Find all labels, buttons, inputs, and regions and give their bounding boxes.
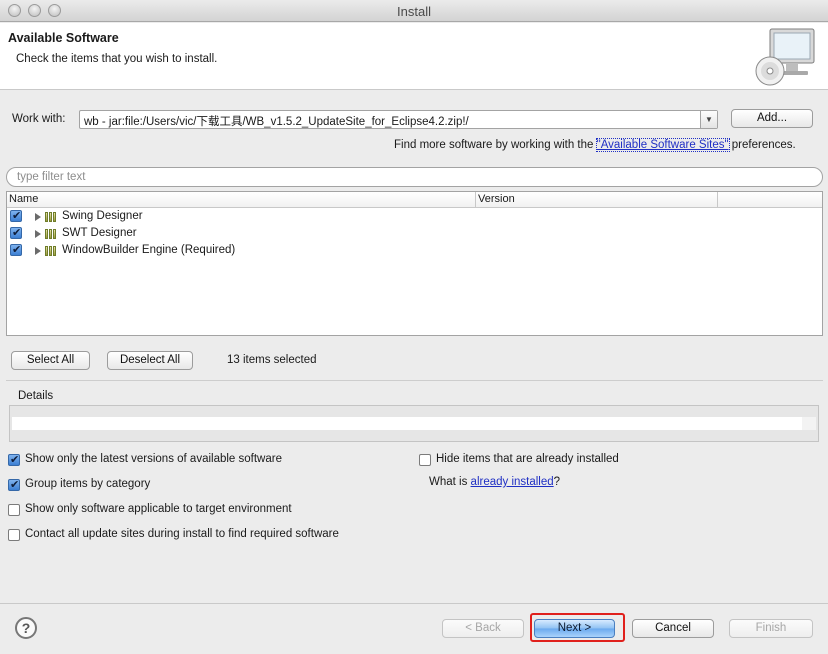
row-label: Swing Designer [62, 210, 143, 222]
details-label: Details [18, 390, 54, 402]
what-is-prefix: What is [429, 476, 471, 488]
help-icon[interactable]: ? [15, 617, 37, 639]
chevron-down-icon[interactable]: ▼ [700, 111, 717, 128]
next-button[interactable]: Next > [534, 619, 615, 638]
add-site-button[interactable]: Add... [731, 109, 813, 128]
table-row[interactable]: WindowBuilder Engine (Required) [7, 243, 822, 260]
deselect-all-button[interactable]: Deselect All [107, 351, 193, 370]
target-env-label: Show only software applicable to target … [25, 503, 292, 515]
work-with-value: wb - jar:file:/Users/vic/下载工具/WB_v1.5.2_… [84, 116, 469, 128]
expand-arrow-icon[interactable] [35, 230, 41, 238]
feature-group-icon [45, 229, 59, 239]
row-checkbox[interactable] [10, 243, 22, 256]
find-more-prefix: Find more software by working with the [394, 139, 597, 151]
software-tree[interactable]: Name Version Swing Designer SWT Designer… [6, 191, 823, 336]
available-software-sites-link[interactable]: "Available Software Sites" [595, 138, 730, 152]
work-with-label: Work with: [12, 113, 66, 125]
group-by-category-checkbox[interactable] [8, 478, 20, 491]
cd-monitor-icon [755, 28, 815, 86]
selection-count: 13 items selected [227, 354, 317, 366]
expand-arrow-icon[interactable] [35, 213, 41, 221]
page-title: Available Software [8, 31, 119, 45]
contact-all-sites-label: Contact all update sites during install … [25, 528, 339, 540]
filter-input[interactable]: type filter text [6, 167, 823, 187]
details-scrollbar[interactable] [802, 417, 816, 430]
table-header: Name Version [7, 192, 822, 208]
already-installed-link[interactable]: already installed [471, 476, 554, 488]
latest-only-label: Show only the latest versions of availab… [25, 453, 282, 465]
column-version-header[interactable]: Version [478, 193, 515, 205]
find-more-suffix: preferences. [728, 139, 796, 151]
latest-only-checkbox[interactable] [8, 453, 20, 466]
what-is-installed-text: What is already installed? [429, 476, 560, 488]
cancel-button[interactable]: Cancel [632, 619, 714, 638]
feature-group-icon [45, 246, 59, 256]
table-row[interactable]: Swing Designer [7, 209, 822, 226]
hide-installed-label: Hide items that are already installed [436, 453, 619, 465]
back-button[interactable]: < Back [442, 619, 524, 638]
window-title: Install [397, 4, 431, 19]
expand-arrow-icon[interactable] [35, 247, 41, 255]
title-bar: Install [0, 0, 828, 22]
work-with-combo[interactable]: wb - jar:file:/Users/vic/下载工具/WB_v1.5.2_… [79, 110, 718, 129]
column-name-header[interactable]: Name [9, 193, 38, 205]
row-label: WindowBuilder Engine (Required) [62, 244, 236, 256]
target-env-checkbox[interactable] [8, 504, 20, 516]
details-area [9, 405, 819, 442]
finish-button[interactable]: Finish [729, 619, 813, 638]
group-by-category-label: Group items by category [25, 478, 151, 490]
feature-group-icon [45, 212, 59, 222]
table-row[interactable]: SWT Designer [7, 226, 822, 243]
wizard-header: Available Software Check the items that … [0, 23, 828, 90]
contact-all-sites-checkbox[interactable] [8, 529, 20, 541]
details-text [12, 417, 802, 430]
find-more-text: Find more software by working with the "… [394, 138, 796, 152]
page-subtitle: Check the items that you wish to install… [16, 53, 218, 65]
what-is-suffix: ? [553, 476, 561, 488]
row-checkbox[interactable] [10, 226, 22, 239]
select-all-button[interactable]: Select All [11, 351, 90, 370]
row-label: SWT Designer [62, 227, 137, 239]
row-checkbox[interactable] [10, 209, 22, 222]
hide-installed-checkbox[interactable] [419, 454, 431, 466]
filter-placeholder: type filter text [17, 171, 86, 183]
